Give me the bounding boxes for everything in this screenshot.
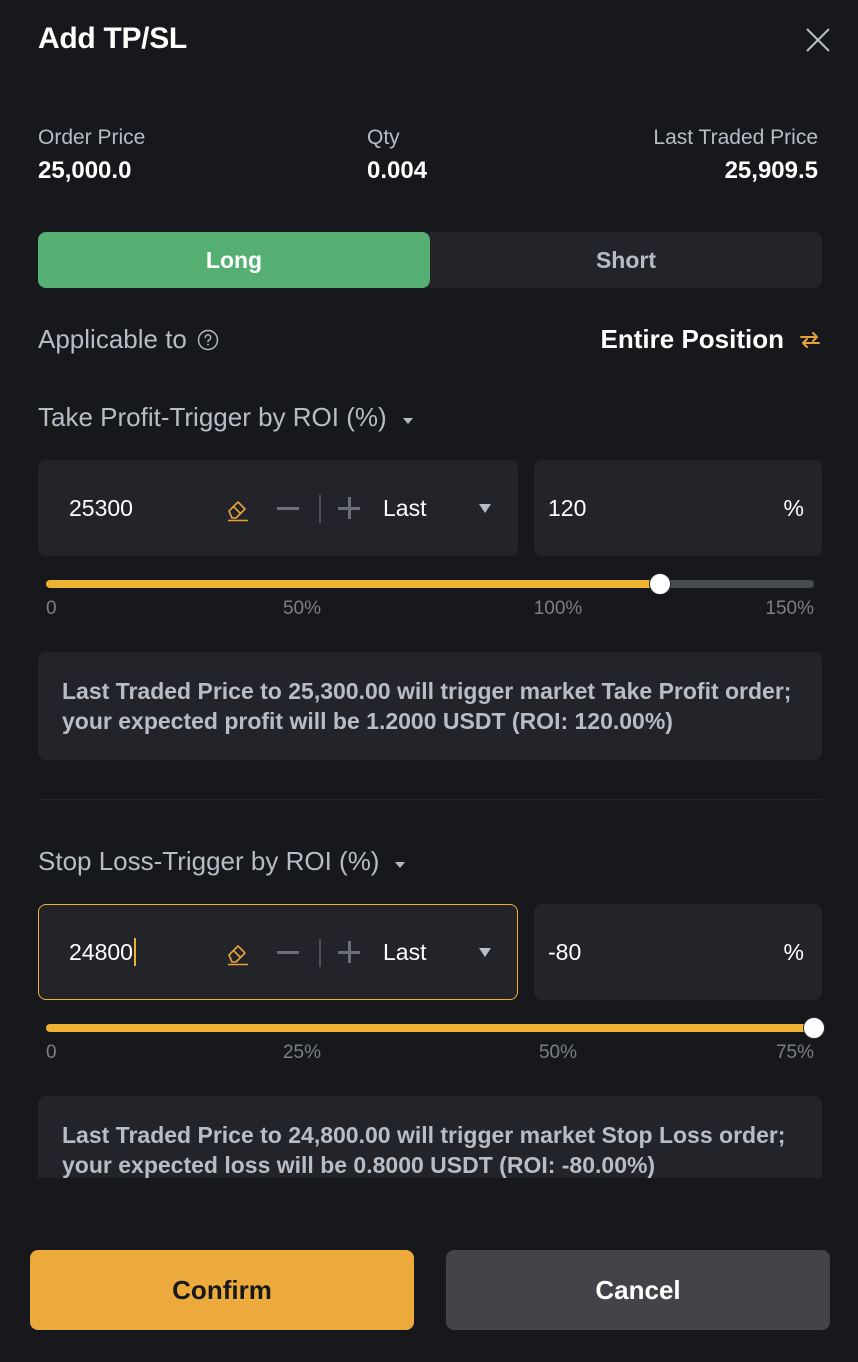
stop-loss-price-input[interactable]: 24800 — [69, 939, 133, 966]
take-profit-roi-input[interactable]: 120 — [548, 460, 586, 556]
stop-loss-roi-input[interactable]: -80 — [548, 904, 581, 1000]
qty-info: Qty 0.004 — [367, 124, 427, 186]
order-price-info: Order Price 25,000.0 — [38, 124, 145, 186]
slider-tick-label: 100% — [533, 598, 583, 619]
eraser-icon[interactable] — [225, 940, 251, 966]
stop-loss-slider-ticks: 0 25% 50% 75% — [46, 1042, 814, 1066]
stop-loss-roi-field[interactable]: -80 % — [534, 904, 822, 1000]
divider — [319, 495, 321, 523]
take-profit-price-input[interactable]: 25300 — [69, 495, 133, 522]
tab-short[interactable]: Short — [430, 232, 822, 288]
help-circle-icon[interactable] — [197, 329, 219, 351]
slider-fill — [46, 1024, 814, 1032]
take-profit-trigger-type: Last — [383, 494, 427, 521]
increment-button[interactable] — [338, 941, 360, 963]
slider-fill — [46, 580, 661, 588]
applicable-to: Applicable to — [38, 324, 219, 355]
take-profit-trigger-type-select[interactable]: Last — [383, 461, 503, 555]
confirm-button[interactable]: Confirm — [30, 1250, 414, 1330]
stop-loss-note: Last Traded Price to 24,800.00 will trig… — [38, 1096, 822, 1178]
stop-loss-roi-unit: % — [783, 938, 804, 965]
slider-tick-label: 50% — [282, 598, 322, 619]
dropdown-arrow-icon — [479, 947, 491, 957]
last-price-value: 25,909.5 — [724, 157, 818, 184]
stop-loss-roi-slider[interactable] — [46, 1017, 825, 1039]
close-icon — [806, 28, 830, 52]
position-scope-selector[interactable]: Entire Position — [601, 324, 822, 355]
text-cursor — [133, 938, 136, 966]
order-price-label: Order Price — [38, 126, 146, 149]
qty-label: Qty — [367, 126, 400, 149]
last-price-info: Last Traded Price 25,909.5 — [653, 124, 818, 186]
dropdown-arrow-icon — [479, 503, 491, 513]
stop-loss-title: Stop Loss-Trigger by ROI (%) — [38, 846, 380, 876]
divider — [319, 939, 321, 967]
take-profit-roi-unit: % — [783, 494, 804, 521]
take-profit-title: Take Profit-Trigger by ROI (%) — [38, 402, 387, 432]
slider-tick-label: 0 — [46, 598, 57, 619]
take-profit-mode-selector[interactable]: Take Profit-Trigger by ROI (%) — [38, 402, 413, 433]
decrement-button[interactable] — [277, 507, 299, 510]
cancel-button[interactable]: Cancel — [446, 1250, 830, 1330]
decrement-button[interactable] — [277, 951, 299, 954]
tab-long[interactable]: Long — [38, 232, 430, 288]
last-price-label: Last Traded Price — [653, 126, 818, 149]
stop-loss-price-field[interactable]: 24800 Last — [38, 904, 518, 1000]
stop-loss-trigger-type: Last — [383, 938, 427, 965]
take-profit-note: Last Traded Price to 25,300.00 will trig… — [38, 652, 822, 760]
applicable-label: Applicable to — [38, 324, 187, 354]
slider-tick-label: 150% — [765, 598, 814, 619]
take-profit-roi-slider[interactable] — [46, 573, 814, 595]
slider-handle[interactable] — [649, 573, 672, 595]
increment-button[interactable] — [338, 497, 360, 519]
slider-tick-label: 75% — [775, 1042, 814, 1063]
slider-tick-label: 50% — [538, 1042, 578, 1063]
stop-loss-trigger-type-select[interactable]: Last — [383, 905, 503, 999]
eraser-icon[interactable] — [225, 496, 251, 522]
slider-tick-label: 0 — [46, 1042, 57, 1063]
position-scope-value: Entire Position — [600, 324, 784, 354]
take-profit-roi-field[interactable]: 120 % — [534, 460, 822, 556]
close-button[interactable] — [804, 26, 832, 54]
slider-handle[interactable] — [803, 1017, 825, 1039]
swap-arrows-icon — [800, 331, 820, 348]
section-divider — [38, 799, 822, 800]
dialog-title: Add TP/SL — [38, 22, 187, 55]
slider-tick-label: 25% — [282, 1042, 322, 1063]
stop-loss-mode-selector[interactable]: Stop Loss-Trigger by ROI (%) — [38, 846, 406, 877]
take-profit-price-field[interactable]: 25300 Last — [38, 460, 518, 556]
caret-down-icon — [402, 417, 413, 424]
side-toggle: Long Short — [38, 232, 822, 288]
take-profit-slider-ticks: 0 50% 100% 150% — [46, 598, 814, 622]
order-price-value: 25,000.0 — [38, 157, 132, 184]
qty-value: 0.004 — [367, 157, 428, 184]
caret-down-icon — [395, 861, 406, 868]
